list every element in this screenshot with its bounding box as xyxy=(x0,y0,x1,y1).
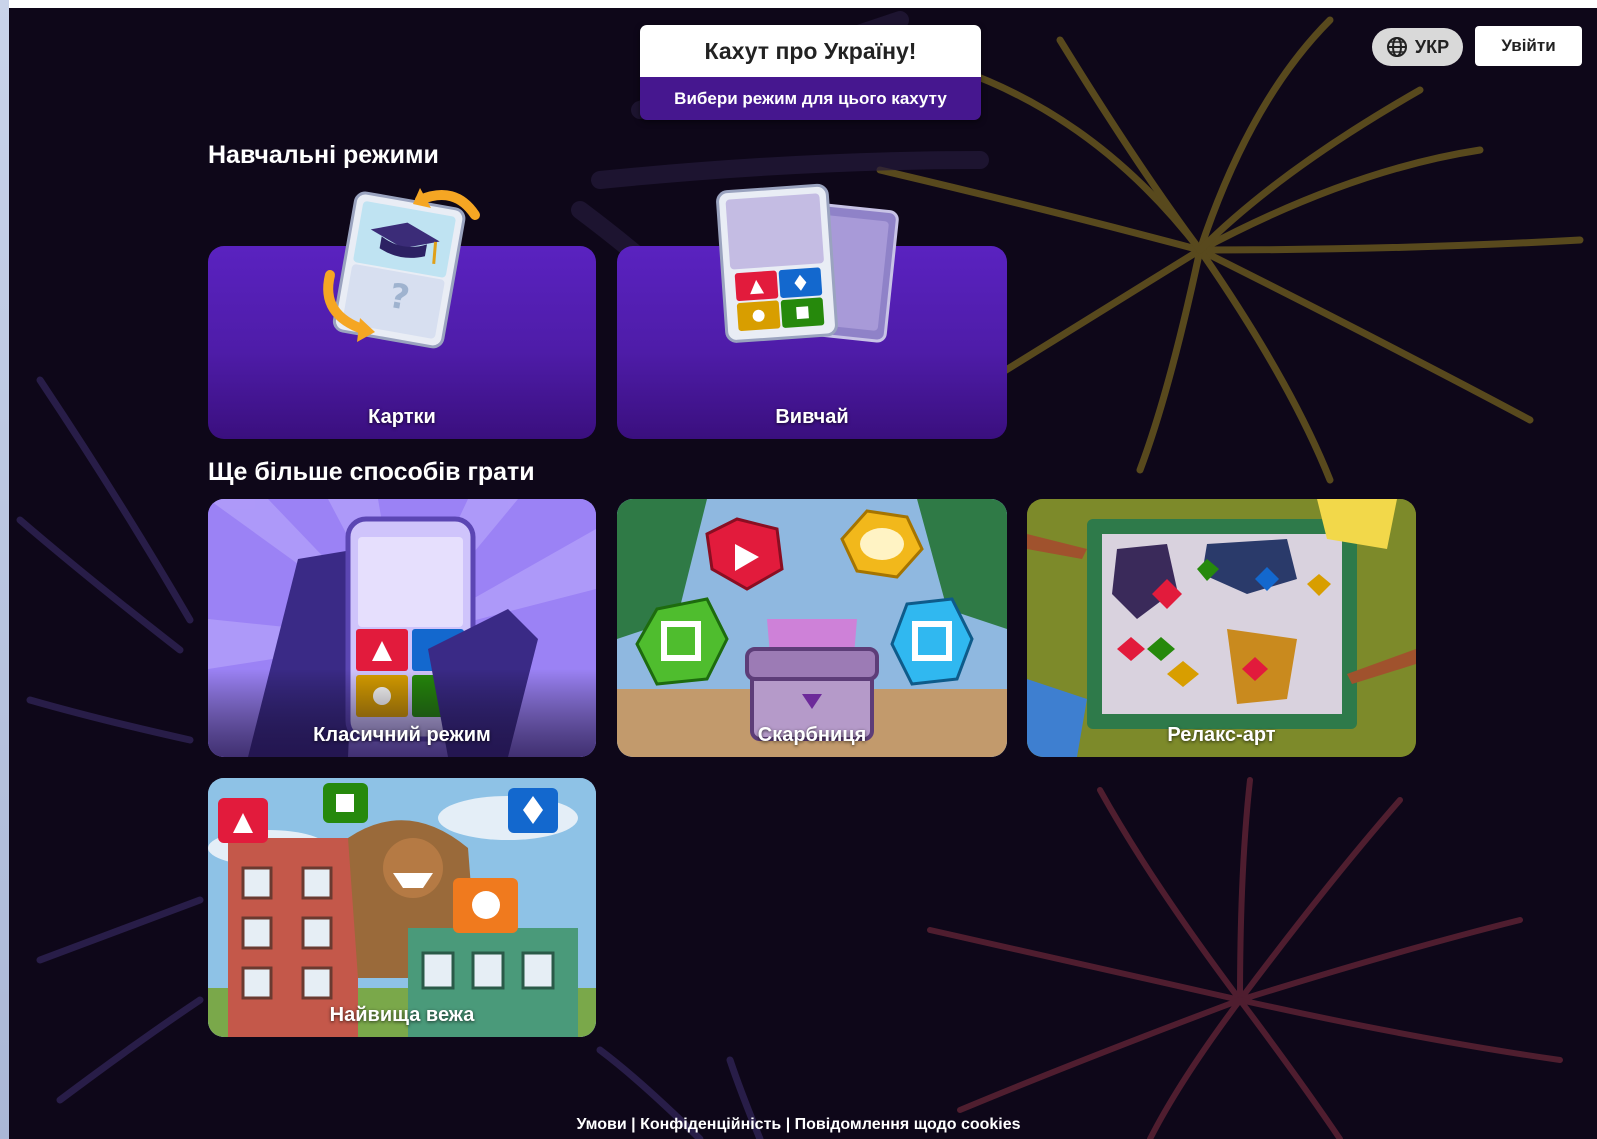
kahoot-title-card: Кахут про Україну! Вибери режим для цьог… xyxy=(640,25,981,120)
classic-mode-card[interactable]: Класичний режим xyxy=(208,499,596,757)
left-edge xyxy=(0,0,9,1139)
flashcards-icon: ? xyxy=(323,188,480,349)
phone-answer-icon xyxy=(208,499,596,757)
tower-mode-card[interactable]: Найвища вежа xyxy=(208,778,596,1037)
tower-icon xyxy=(208,778,596,1037)
language-button[interactable]: УКР xyxy=(1372,28,1463,66)
cookies-link[interactable]: Повідомлення щодо cookies xyxy=(795,1116,1021,1133)
footer-separator: | xyxy=(631,1116,636,1133)
login-button[interactable]: Увійти xyxy=(1475,26,1582,66)
footer-separator: | xyxy=(785,1116,791,1133)
relax-art-mode-label: Релакс-арт xyxy=(1167,724,1276,746)
language-label: УКР xyxy=(1414,36,1450,57)
play-modes-heading: Ще більше способів грати xyxy=(208,458,535,486)
treasure-mode-label: Скарбниця xyxy=(757,724,867,746)
painting-icon xyxy=(1027,499,1416,757)
relax-art-mode-card[interactable]: Релакс-арт xyxy=(1027,499,1416,757)
learn-cards-icon xyxy=(716,183,899,343)
learn-mode-label: Вивчай xyxy=(775,406,849,428)
treasure-chest-icon xyxy=(617,499,1007,757)
kahoot-subtitle: Вибери режим для цього кахуту xyxy=(640,77,981,120)
globe-icon xyxy=(1386,37,1407,57)
classic-mode-label: Класичний режим xyxy=(313,724,491,746)
study-modes-heading: Навчальні режими xyxy=(208,141,439,169)
privacy-link[interactable]: Конфіденційність xyxy=(640,1116,781,1133)
kahoot-title: Кахут про Україну! xyxy=(640,25,981,77)
footer: Умови | Конфіденційність | Повідомлення … xyxy=(0,1116,1597,1134)
flashcards-mode-label: Картки xyxy=(368,406,436,428)
treasure-mode-card[interactable]: Скарбниця xyxy=(617,499,1007,757)
terms-link[interactable]: Умови xyxy=(576,1116,626,1133)
tower-mode-label: Найвища вежа xyxy=(329,1004,475,1026)
top-edge xyxy=(0,0,1597,8)
